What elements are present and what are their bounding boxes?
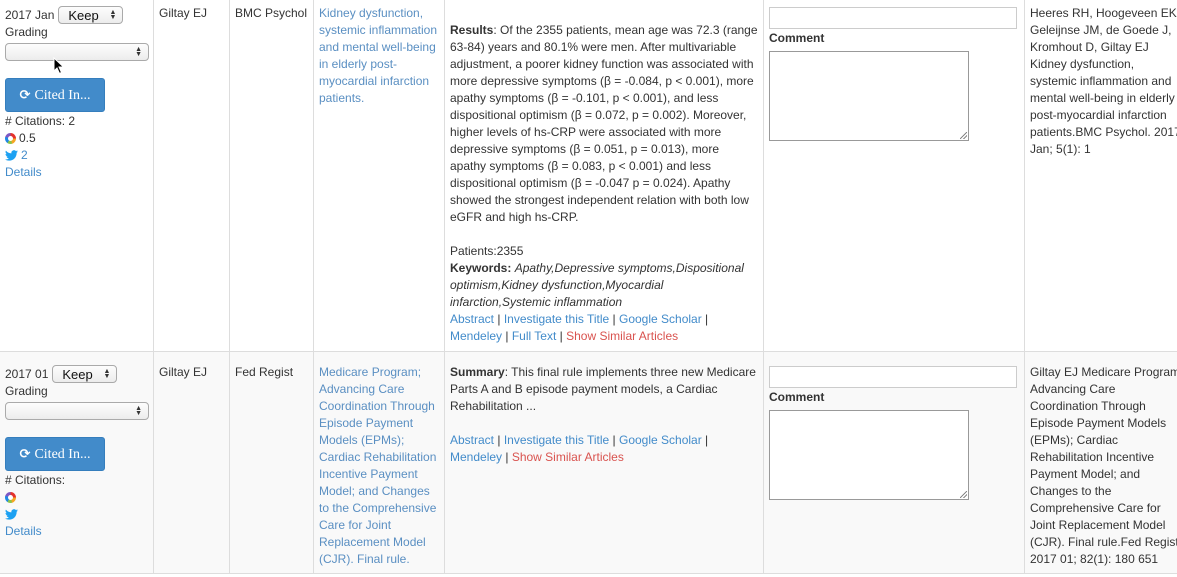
controls-cell: 2017 Jan Keep ▲ ▼ Grading ▲ ▼ ⟳ Cited In..… [0,0,154,352]
journal-cell: BMC Psychol [229,0,314,352]
pub-date: 2017 Jan [5,7,55,22]
select-arrows-icon: ▲ ▼ [135,46,142,58]
select-arrows-icon: ▲ ▼ [109,9,117,21]
altmetric-icon [5,492,16,503]
details-link[interactable]: Details [5,524,42,538]
abstract-heading: Results [450,23,494,37]
twitter-count[interactable]: 2 [21,147,28,164]
comment-title-input[interactable] [769,7,1017,29]
results-table: 2017 Jan Keep ▲ ▼ Grading ▲ ▼ ⟳ Cited In..… [0,0,1177,574]
patients-count: Patients:2355 [450,244,524,258]
grading-select[interactable]: ▲ ▼ [5,43,149,61]
status-select[interactable]: Keep ▲ ▼ [58,6,124,24]
google-scholar-link[interactable]: Google Scholar [619,433,702,447]
investigate-title-link[interactable]: Investigate this Title [504,433,609,447]
comment-textarea[interactable] [769,410,969,500]
comment-title-input[interactable] [769,366,1017,388]
grading-label: Grading [5,384,48,398]
resize-grip-icon[interactable] [960,132,967,139]
comment-label: Comment [769,390,825,404]
abstract-text: : Of the 2355 patients, mean age was 72.… [450,23,758,224]
pub-date: 2017 01 [5,366,49,381]
comment-label: Comment [769,31,825,45]
citations-count: # Citations: [5,473,66,487]
article-title-link[interactable]: Medicare Program; Advancing Care Coordin… [319,365,436,566]
grading-select[interactable]: ▲ ▼ [5,402,149,420]
keywords-label: Keywords: [450,261,512,275]
author-cell: Giltay EJ [153,351,230,574]
mendeley-link[interactable]: Mendeley [450,329,502,343]
author: Giltay EJ [159,6,208,20]
mouse-cursor-icon [53,57,65,75]
abstract-cell: Summary: This final rule implements thre… [444,351,764,574]
twitter-icon [5,509,18,520]
citations-count: # Citations: 2 [5,114,76,128]
author-cell: Giltay EJ [153,0,230,352]
journal: BMC Psychol [235,6,308,20]
author: Giltay EJ [159,365,208,379]
altmetric-row [5,489,148,506]
abstract-heading: Summary [450,365,505,379]
status-select[interactable]: Keep ▲ ▼ [52,365,118,383]
citation-text: Heeres RH, Hoogeveen EK, Geleijnse JM, d… [1030,6,1177,156]
select-arrows-icon: ▲ ▼ [103,368,111,380]
twitter-row[interactable]: 2 [5,147,148,164]
details-link[interactable]: Details [5,165,42,179]
google-scholar-link[interactable]: Google Scholar [619,312,702,326]
table-row: 2017 01 Keep ▲ ▼ Grading ▲ ▼ ⟳ Cited In...… [0,351,1177,574]
refresh-icon: ⟳ [19,87,31,103]
resize-grip-icon[interactable] [960,491,967,498]
show-similar-articles-link[interactable]: Show Similar Articles [512,450,624,464]
cited-in-button[interactable]: ⟳ Cited In... [5,78,105,112]
title-cell: Kidney dysfunction, systemic inflammatio… [313,0,445,352]
full-text-link[interactable]: Full Text [512,329,556,343]
abstract-link[interactable]: Abstract [450,433,494,447]
journal: Fed Regist [235,365,294,379]
citation-cell: Heeres RH, Hoogeveen EK, Geleijnse JM, d… [1024,0,1177,352]
cited-in-label: Cited In... [34,87,91,103]
altmetric-row: 0.5 [5,130,148,147]
comment-cell: Comment [763,351,1025,574]
journal-cell: Fed Regist [229,351,314,574]
citation-cell: Giltay EJ Medicare Program; Advancing Ca… [1024,351,1177,574]
article-title-link[interactable]: Kidney dysfunction, systemic inflammatio… [319,6,437,105]
article-links: Abstract | Investigate this Title | Goog… [450,433,709,464]
citation-text: Giltay EJ Medicare Program; Advancing Ca… [1030,365,1177,566]
twitter-row[interactable] [5,506,148,523]
altmetric-icon [5,133,16,144]
abstract-cell: Results: Of the 2355 patients, mean age … [444,0,764,352]
comment-cell: Comment [763,0,1025,352]
twitter-icon [5,150,18,161]
altmetric-score: 0.5 [19,131,36,145]
status-select-value: Keep [68,7,99,23]
refresh-icon: ⟳ [19,446,31,462]
grading-label: Grading [5,25,48,39]
status-select-value: Keep [62,366,93,382]
cited-in-label: Cited In... [34,446,91,462]
mendeley-link[interactable]: Mendeley [450,450,502,464]
abstract-link[interactable]: Abstract [450,312,494,326]
show-similar-articles-link[interactable]: Show Similar Articles [566,329,678,343]
select-arrows-icon: ▲ ▼ [135,405,142,417]
controls-cell: 2017 01 Keep ▲ ▼ Grading ▲ ▼ ⟳ Cited In...… [0,351,154,574]
comment-textarea[interactable] [769,51,969,141]
table-row: 2017 Jan Keep ▲ ▼ Grading ▲ ▼ ⟳ Cited In..… [0,0,1177,352]
investigate-title-link[interactable]: Investigate this Title [504,312,609,326]
cited-in-button[interactable]: ⟳ Cited In... [5,437,105,471]
article-links: Abstract | Investigate this Title | Goog… [450,312,709,343]
title-cell: Medicare Program; Advancing Care Coordin… [313,351,445,574]
